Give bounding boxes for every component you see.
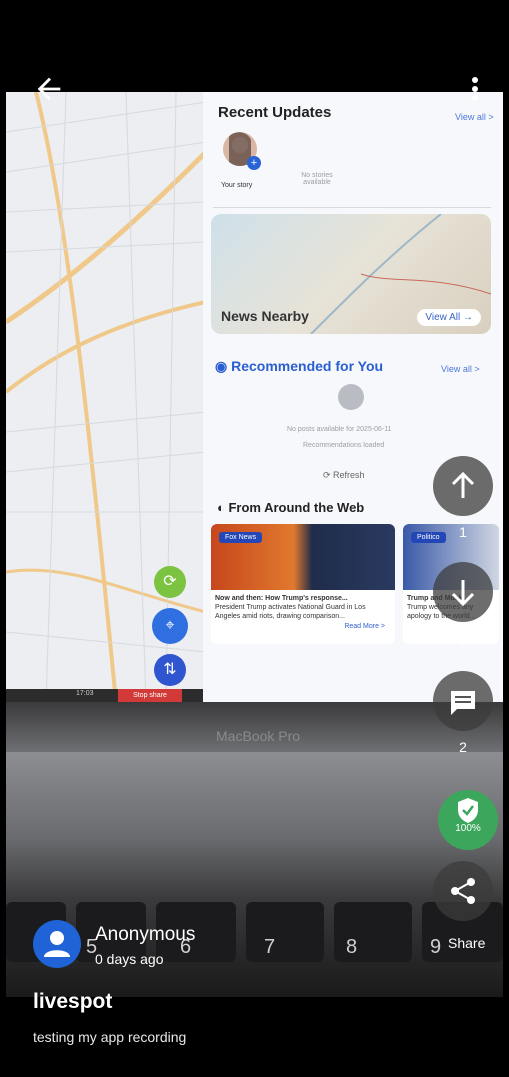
no-posts-label: No posts available for 2025-06-11 [287,426,392,433]
post-photo: ⟳ ⌖ ⇅ 17:03 Stop share Recent Updates Vi… [6,92,503,997]
map-route-button[interactable]: ⇅ [154,654,186,686]
comment-button[interactable] [433,671,493,731]
comment-count: 2 [459,739,467,755]
thumbs-up-icon [338,384,364,410]
refresh-link: ⟳ Refresh [323,470,365,480]
news-nearby-card: News Nearby View All → [211,214,491,334]
source-tag: Fox News [219,532,263,543]
read-more-link: Read More > [344,623,385,630]
recommended-heading: ◉ Recommended for You [215,358,384,374]
back-button[interactable] [32,72,66,106]
downvote-button[interactable] [433,562,493,622]
share-button[interactable] [433,861,493,921]
app-frame: ⟳ ⌖ ⇅ 17:03 Stop share Recent Updates Vi… [6,6,503,1071]
recommended-label: Recommended for You [231,358,384,374]
more-vert-icon [472,77,478,101]
arrow-up-icon [451,471,475,498]
post-description: testing my app recording [33,1029,187,1045]
key-label: 8 [346,936,358,958]
from-web-label: From Around the Web [228,500,365,515]
arrow-left-icon [37,77,61,101]
card-headline: Now and then: How Trump's response... [215,595,348,602]
card-text: Now and then: How Trump's response... Pr… [215,594,391,621]
arrow-down-icon [451,580,475,607]
post-time: 0 days ago [95,951,164,967]
laptop-bezel: MacBook Pro [6,702,503,752]
author-name[interactable]: Anonymous [95,924,195,946]
map-locate-button[interactable]: ⌖ [152,608,188,644]
map-refresh-button[interactable]: ⟳ [154,566,186,598]
downvote-count: 0 [459,633,467,649]
upvote-button[interactable] [433,456,493,516]
recs-loaded-label: Recommendations loaded [303,442,385,449]
verified-percent: 100% [455,823,481,834]
keyboard-key: 8 [334,902,412,962]
post-title: livespot [33,990,113,1013]
screen-share-bar: 17:03 Stop share [6,689,206,702]
view-all-link: View all > [455,112,494,122]
comment-icon [451,691,475,715]
map-screenshot: ⟳ ⌖ ⇅ 17:03 Stop share [6,92,206,702]
recommended-view-all: View all > [441,364,480,374]
laptop-brand-label: MacBook Pro [216,728,301,744]
recent-updates-heading: Recent Updates [218,104,332,121]
verified-badge[interactable]: 100% [438,790,498,850]
card-body: President Trump activates National Guard… [215,604,366,620]
add-story-icon: + [247,156,261,170]
keyboard-key: 7 [246,902,324,962]
stop-share-button: Stop share [118,689,182,702]
time-label: 17:03 [76,690,94,697]
news-card: Fox News Now and then: How Trump's respo… [211,524,395,644]
upvote-count: 1 [459,524,467,540]
no-stories-label: No stories available [301,172,333,186]
more-options-button[interactable] [464,72,486,106]
person-icon [44,931,70,957]
share-icon [451,878,475,904]
key-label: 7 [264,936,276,958]
your-story-label: Your story [221,182,253,189]
news-nearby-label: News Nearby [221,308,309,324]
divider [213,207,491,208]
news-view-all-pill: View All → [417,309,481,326]
author-avatar[interactable] [33,920,81,968]
share-label[interactable]: Share [448,935,485,951]
from-web-heading: ◐ From Around the Web [217,500,365,515]
refresh-label: Refresh [333,470,365,480]
key-label: 9 [430,936,442,958]
